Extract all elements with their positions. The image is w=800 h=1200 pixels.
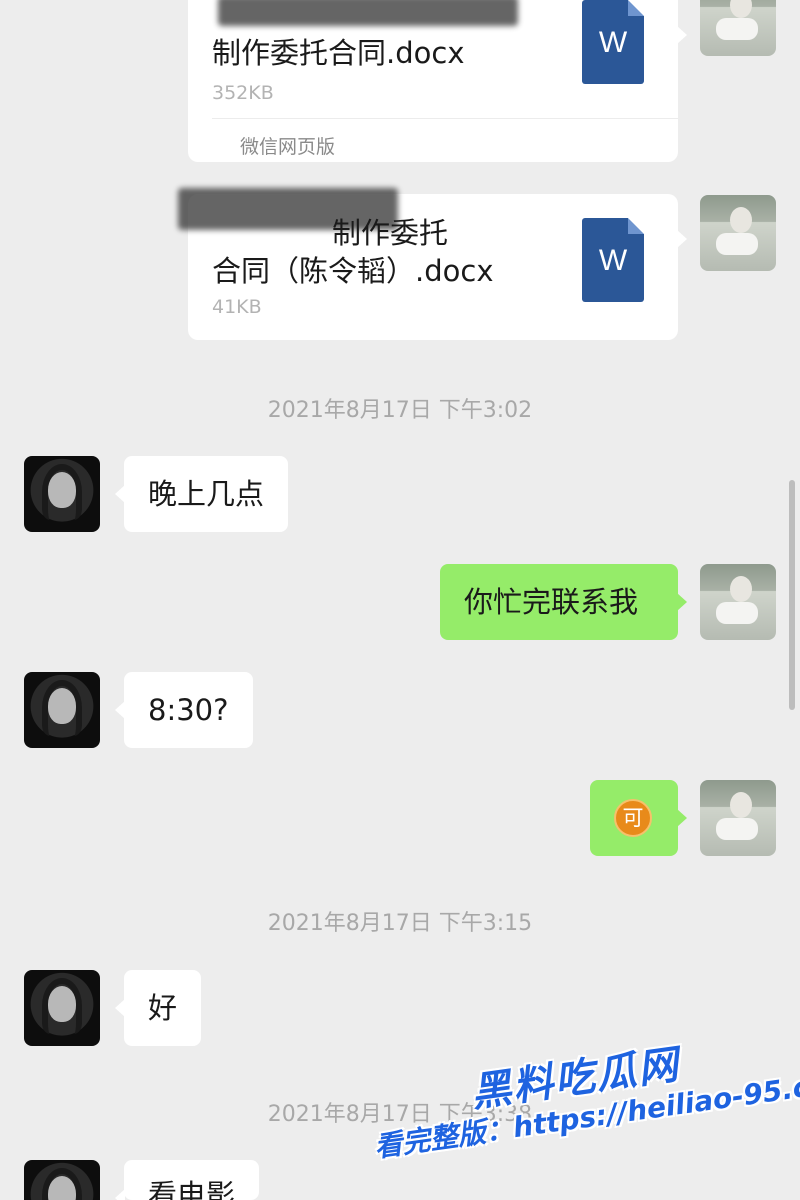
message-bubble-incoming[interactable]: 晚上几点 bbox=[114, 456, 289, 532]
divider bbox=[212, 118, 678, 119]
avatar-self[interactable] bbox=[700, 780, 776, 856]
avatar-figure bbox=[730, 576, 752, 602]
message-bubble-incoming[interactable]: 8:30? bbox=[115, 672, 253, 748]
message-timestamp: 2021年8月17日 下午3:02 bbox=[267, 398, 533, 423]
message-bubble-outgoing[interactable]: 可 bbox=[590, 780, 687, 856]
avatar-car bbox=[716, 18, 758, 40]
avatar-figure bbox=[730, 792, 752, 818]
file-name-line-2: 合同（陈令韬）.docx bbox=[212, 254, 494, 288]
file-name-line-1: 制作委托 bbox=[332, 216, 449, 250]
avatar-figure bbox=[730, 0, 752, 18]
avatar-contact[interactable] bbox=[24, 970, 100, 1046]
file-size: 352KB bbox=[212, 82, 274, 104]
bubble-tail bbox=[677, 26, 687, 44]
avatar-figure bbox=[730, 207, 752, 233]
redacted-text bbox=[218, 0, 518, 26]
avatar-car bbox=[716, 233, 758, 255]
message-bubble-outgoing[interactable]: 你忙完联系我 bbox=[440, 564, 687, 640]
avatar-contact[interactable] bbox=[24, 672, 100, 748]
avatar-face bbox=[48, 688, 76, 724]
avatar-car bbox=[716, 602, 758, 624]
avatar-face bbox=[48, 986, 76, 1022]
message-bubble-incoming[interactable]: 看电影 bbox=[114, 1160, 260, 1200]
file-name: 制作委托 合同（陈令韬）.docx bbox=[212, 214, 552, 290]
message-timestamp: 2021年8月17日 下午3:15 bbox=[267, 911, 533, 936]
file-message-1[interactable]: 制作委托合同.docx 352KB W 微信网页版 bbox=[188, 0, 687, 162]
avatar-face bbox=[48, 472, 76, 508]
word-icon-letter: W bbox=[598, 26, 628, 59]
avatar-contact[interactable] bbox=[24, 456, 100, 532]
word-icon-letter: W bbox=[598, 244, 628, 277]
ok-emoji-icon: 可 bbox=[614, 799, 652, 837]
message-bubble-incoming[interactable]: 好 bbox=[114, 970, 202, 1046]
scrollbar[interactable] bbox=[789, 480, 795, 710]
file-source: 微信网页版 bbox=[240, 136, 336, 158]
file-name: 制作委托合同.docx bbox=[212, 36, 465, 70]
avatar-self[interactable] bbox=[700, 564, 776, 640]
word-doc-icon: W bbox=[582, 218, 644, 302]
bubble-tail bbox=[677, 230, 687, 248]
avatar-car bbox=[716, 818, 758, 840]
file-message-2[interactable]: 制作委托 合同（陈令韬）.docx 41KB W bbox=[178, 188, 687, 340]
avatar-self[interactable] bbox=[700, 0, 776, 56]
word-doc-icon: W bbox=[582, 0, 644, 84]
chat-history[interactable]: 制作委托合同.docx 352KB W 微信网页版 制作委托 合同（陈令韬）.d… bbox=[0, 0, 800, 1200]
avatar-self[interactable] bbox=[700, 195, 776, 271]
file-size: 41KB bbox=[212, 296, 262, 318]
avatar-contact[interactable] bbox=[24, 1160, 100, 1200]
